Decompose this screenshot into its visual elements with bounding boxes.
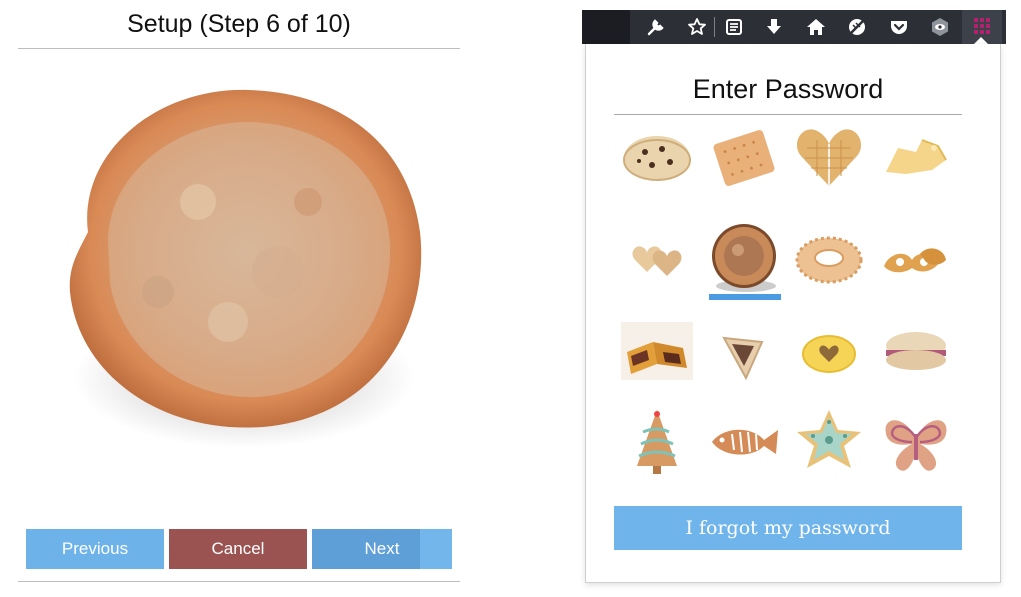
cookie-option-hamantaschen[interactable] — [704, 312, 784, 390]
cookie-option-orange-sugar[interactable] — [704, 220, 784, 298]
popup-title: Enter Password — [692, 74, 884, 104]
cookie-option-tree[interactable] — [617, 402, 697, 480]
selected-cookie-indicator — [709, 294, 781, 300]
forgot-password-button[interactable]: I forgot my password — [614, 506, 962, 550]
home-icon[interactable] — [804, 15, 828, 39]
selected-cookie-image — [69, 89, 422, 448]
popup-divider — [614, 114, 962, 115]
next-button-edge — [420, 529, 452, 569]
toolbar-separator — [714, 17, 715, 37]
cookie-option-heart-jam[interactable] — [789, 312, 869, 390]
previous-button[interactable]: Previous — [26, 529, 164, 569]
cookie-option-ring[interactable] — [789, 220, 869, 298]
setup-title: Setup (Step 6 of 10) — [127, 10, 351, 38]
cookie-option-fig-bar[interactable] — [617, 312, 697, 390]
next-button[interactable]: Next — [312, 529, 452, 569]
cookie-option-star[interactable] — [789, 402, 869, 480]
cookie-option-small-hearts[interactable] — [617, 220, 697, 298]
next-button-label: Next — [364, 539, 400, 558]
cancel-button[interactable]: Cancel — [169, 529, 307, 569]
download-icon[interactable] — [762, 15, 786, 39]
reader-icon[interactable] — [722, 15, 746, 39]
eye-shield-icon[interactable] — [928, 15, 952, 39]
title-divider — [18, 48, 460, 49]
cookie-option-fish[interactable] — [704, 402, 784, 480]
setup-button-row: Previous Cancel Next — [26, 529, 452, 569]
wrench-icon[interactable] — [644, 15, 668, 39]
cookie-option-heart-waffle[interactable] — [789, 118, 869, 196]
setup-panel: Setup (Step 6 of 10) Previous Cancel Nex… — [18, 0, 460, 597]
cookie-option-butter-crisp[interactable] — [876, 118, 956, 196]
cookie-option-chocolate-chip[interactable] — [617, 118, 697, 196]
browser-toolbar — [582, 10, 1006, 44]
toolbar-url-area — [582, 10, 630, 44]
star-icon[interactable] — [685, 15, 709, 39]
password-popup: Enter Password I forgot my password — [585, 44, 1001, 583]
cookie-option-pretzel-cookies[interactable] — [876, 220, 956, 298]
cookie-option-square-biscuit[interactable] — [704, 118, 784, 196]
cookie-option-butterfly[interactable] — [876, 402, 956, 480]
pocket-icon[interactable] — [887, 15, 911, 39]
no-tracking-icon[interactable] — [845, 15, 869, 39]
cookie-option-macaron[interactable] — [876, 312, 956, 390]
footer-divider — [18, 581, 460, 582]
